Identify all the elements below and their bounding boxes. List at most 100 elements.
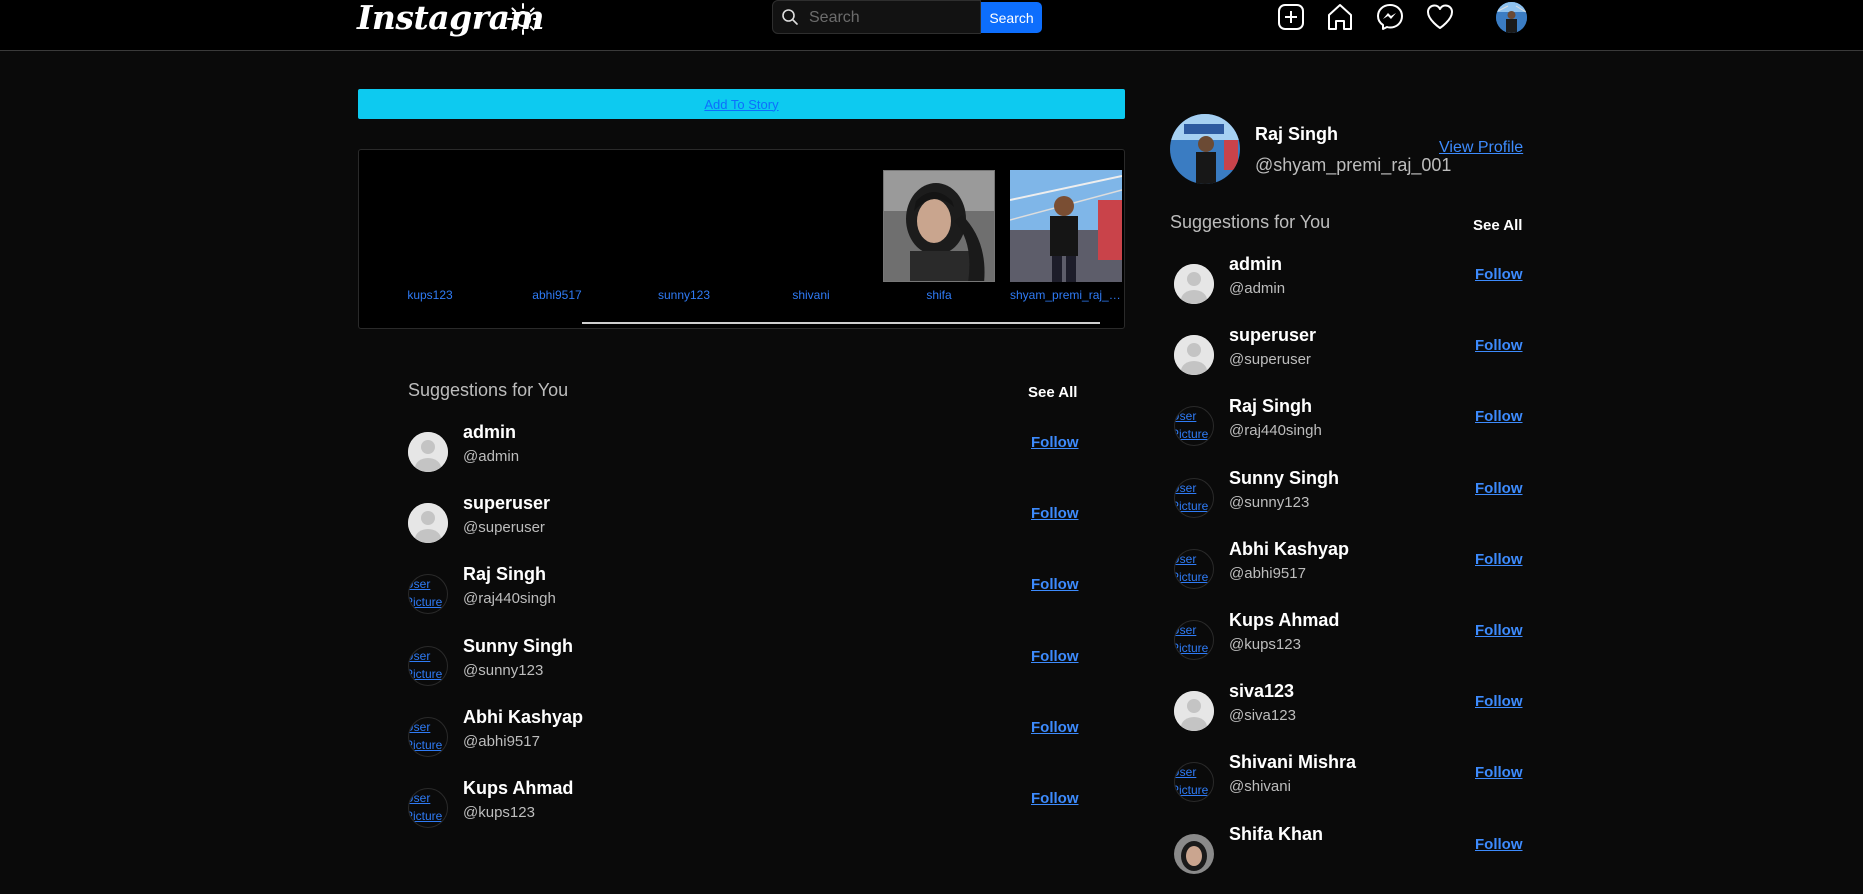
broken-image-avatar: UserPicture bbox=[1174, 477, 1214, 518]
suggestion-row: UserPicture Kups Ahmad @kups123 Follow bbox=[1174, 610, 1524, 680]
main-see-all-link[interactable]: See All bbox=[1028, 384, 1077, 401]
suggestion-handle: @kups123 bbox=[463, 804, 535, 821]
story-thumbnail bbox=[883, 170, 995, 282]
suggestion-row: Shifa Khan Follow bbox=[1174, 824, 1524, 894]
broken-image-avatar: UserPicture bbox=[1174, 548, 1214, 589]
suggestion-name[interactable]: superuser bbox=[463, 493, 550, 514]
stories-scrollbar[interactable] bbox=[582, 322, 1100, 324]
search-button[interactable]: Search bbox=[981, 2, 1042, 33]
my-profile-avatar[interactable] bbox=[1170, 114, 1240, 184]
suggestion-name[interactable]: Shivani Mishra bbox=[1229, 752, 1356, 773]
suggestion-row: UserPicture Shivani Mishra @shivani Follow bbox=[1174, 752, 1524, 822]
suggestion-handle: @raj440singh bbox=[1229, 422, 1322, 440]
suggestion-handle: @admin bbox=[463, 448, 520, 465]
follow-button[interactable]: Follow bbox=[1031, 790, 1079, 807]
search-box bbox=[772, 0, 981, 34]
default-avatar-icon bbox=[408, 503, 448, 544]
story-item[interactable]: sunny123 bbox=[628, 170, 740, 302]
suggestion-row: UserPicture Raj Singh @raj440singh Follow bbox=[408, 564, 1079, 634]
broken-image-avatar: UserPicture bbox=[408, 574, 448, 615]
suggestion-name[interactable]: siva123 bbox=[1229, 681, 1294, 702]
suggestion-name[interactable]: Kups Ahmad bbox=[463, 778, 573, 799]
story-thumbnail bbox=[755, 170, 867, 282]
story-username: kups123 bbox=[407, 288, 453, 302]
sun-icon[interactable] bbox=[506, 2, 540, 36]
suggestion-row: UserPicture Raj Singh @raj440singh Follow bbox=[1174, 396, 1524, 466]
home-icon[interactable] bbox=[1325, 2, 1355, 32]
story-username: abhi9517 bbox=[532, 288, 582, 302]
default-avatar-icon bbox=[408, 432, 448, 472]
story-thumbnail bbox=[374, 170, 486, 282]
suggestion-name[interactable]: Sunny Singh bbox=[463, 636, 573, 657]
default-avatar-icon bbox=[1174, 264, 1214, 304]
suggestion-row: UserPicture Sunny Singh @sunny123 Follow bbox=[408, 636, 1079, 706]
follow-button[interactable]: Follow bbox=[1475, 408, 1523, 425]
search-input[interactable] bbox=[807, 5, 976, 31]
suggestion-name[interactable]: Abhi Kashyap bbox=[1229, 539, 1349, 560]
follow-button[interactable]: Follow bbox=[1475, 266, 1523, 283]
follow-button[interactable]: Follow bbox=[1475, 480, 1523, 497]
user-avatar bbox=[1174, 833, 1214, 874]
follow-button[interactable]: Follow bbox=[1475, 764, 1523, 781]
suggestion-name[interactable]: Abhi Kashyap bbox=[463, 707, 583, 728]
suggestion-name[interactable]: Sunny Singh bbox=[1229, 468, 1339, 489]
follow-button[interactable]: Follow bbox=[1031, 719, 1079, 736]
side-see-all-link[interactable]: See All bbox=[1473, 217, 1522, 234]
search-icon bbox=[782, 9, 798, 25]
suggestion-handle: @abhi9517 bbox=[1229, 564, 1306, 582]
story-username: shifa bbox=[926, 288, 952, 302]
stories-tray: kups123 abhi9517 sunny123 shivani shifa bbox=[358, 149, 1125, 329]
follow-button[interactable]: Follow bbox=[1031, 648, 1079, 665]
story-item[interactable]: abhi9517 bbox=[501, 170, 613, 302]
suggestion-name[interactable]: admin bbox=[1229, 254, 1282, 275]
suggestion-row: UserPicture Abhi Kashyap @abhi9517 Follow bbox=[408, 707, 1079, 777]
suggestion-name[interactable]: Shifa Khan bbox=[1229, 824, 1323, 845]
top-navbar: Instagram Search bbox=[0, 0, 1863, 51]
follow-button[interactable]: Follow bbox=[1475, 836, 1523, 853]
suggestion-name[interactable]: Kups Ahmad bbox=[1229, 610, 1339, 631]
follow-button[interactable]: Follow bbox=[1031, 505, 1079, 522]
follow-button[interactable]: Follow bbox=[1475, 551, 1523, 568]
story-thumbnail bbox=[501, 170, 613, 282]
suggestion-handle: @raj440singh bbox=[463, 590, 556, 608]
profile-avatar[interactable] bbox=[1496, 2, 1527, 33]
suggestion-name[interactable]: admin bbox=[463, 422, 516, 443]
story-item[interactable]: shivani bbox=[755, 170, 867, 302]
new-post-icon[interactable] bbox=[1276, 2, 1306, 32]
suggestion-row: siva123 @siva123 Follow bbox=[1174, 681, 1524, 751]
broken-image-avatar: UserPicture bbox=[408, 645, 448, 686]
suggestion-handle: @sunny123 bbox=[1229, 493, 1310, 511]
broken-image-avatar: UserPicture bbox=[408, 716, 448, 757]
suggestion-name[interactable]: Raj Singh bbox=[1229, 396, 1312, 417]
my-profile-handle: @shyam_premi_raj_001 bbox=[1255, 155, 1452, 175]
broken-image-avatar: UserPicture bbox=[408, 788, 448, 828]
suggestion-handle: @superuser bbox=[463, 519, 545, 537]
story-item[interactable]: shifa bbox=[883, 170, 995, 302]
suggestion-handle: @shivani bbox=[1229, 778, 1291, 796]
follow-button[interactable]: Follow bbox=[1031, 576, 1079, 593]
story-item[interactable]: shyam_premi_raj_001 bbox=[1010, 170, 1122, 302]
story-thumbnail bbox=[628, 170, 740, 282]
broken-image-avatar: UserPicture bbox=[1174, 620, 1214, 660]
suggestion-row: superuser @superuser Follow bbox=[408, 493, 1079, 563]
side-suggestions-title: Suggestions for You bbox=[1170, 212, 1331, 232]
my-profile-name: Raj Singh bbox=[1255, 124, 1339, 144]
suggestion-row: UserPicture Kups Ahmad @kups123 Follow bbox=[408, 778, 1079, 848]
follow-button[interactable]: Follow bbox=[1031, 434, 1079, 451]
messenger-icon[interactable] bbox=[1375, 2, 1405, 32]
suggestion-name[interactable]: Raj Singh bbox=[463, 564, 546, 585]
suggestion-handle: @abhi9517 bbox=[463, 732, 540, 750]
heart-icon[interactable] bbox=[1425, 2, 1455, 32]
add-to-story-link[interactable]: Add To Story bbox=[358, 89, 1125, 119]
suggestion-name[interactable]: superuser bbox=[1229, 325, 1316, 346]
story-item[interactable]: kups123 bbox=[374, 170, 486, 302]
view-profile-link[interactable]: View Profile bbox=[1439, 139, 1523, 157]
main-suggestions-title: Suggestions for You bbox=[408, 380, 569, 400]
follow-button[interactable]: Follow bbox=[1475, 622, 1523, 639]
broken-image-avatar: UserPicture bbox=[1174, 406, 1214, 447]
story-username: shyam_premi_raj_001 bbox=[1010, 288, 1122, 302]
broken-image-avatar: UserPicture bbox=[1174, 762, 1214, 803]
follow-button[interactable]: Follow bbox=[1475, 337, 1523, 354]
follow-button[interactable]: Follow bbox=[1475, 693, 1523, 710]
story-username: shivani bbox=[792, 288, 830, 302]
